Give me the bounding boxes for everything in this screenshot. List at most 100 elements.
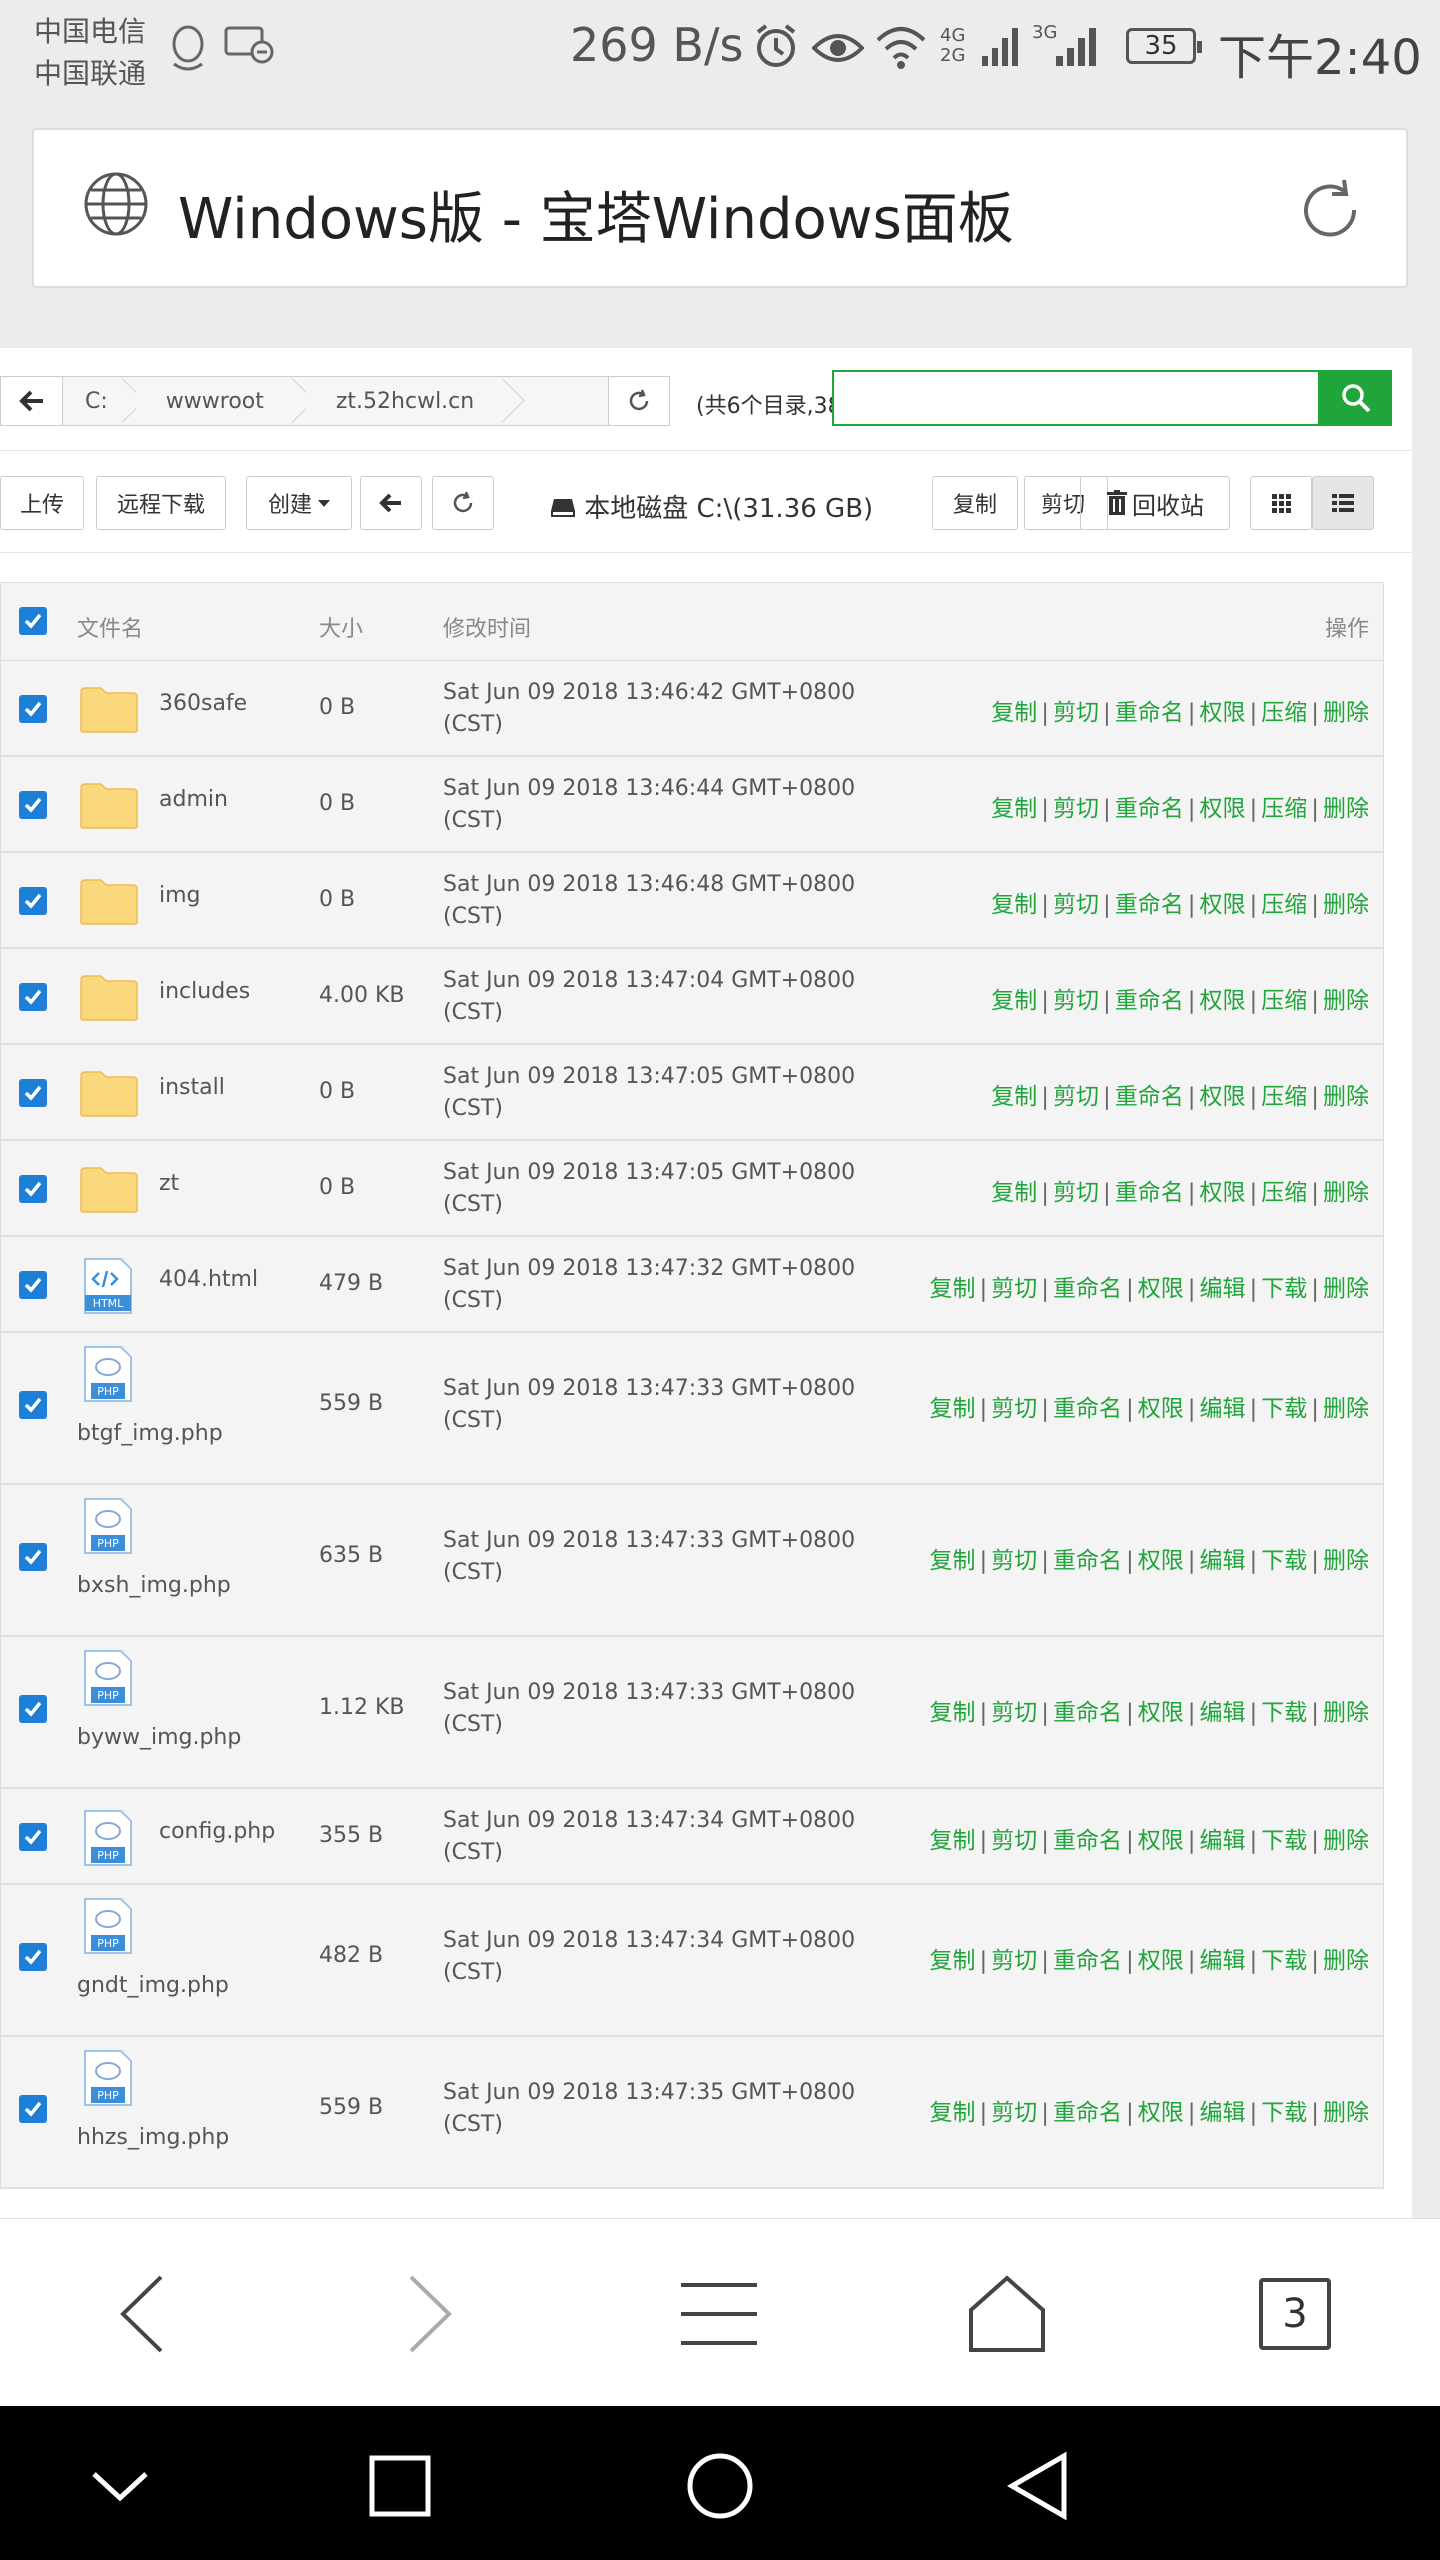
row-checkbox[interactable]	[19, 1271, 47, 1299]
action-link[interactable]: 重命名	[1115, 1180, 1184, 1206]
file-name[interactable]: hhzs_img.php	[77, 2125, 229, 2150]
action-link[interactable]: 复制	[991, 1180, 1037, 1206]
row-checkbox[interactable]	[19, 1391, 47, 1419]
action-link[interactable]: 重命名	[1053, 1700, 1122, 1726]
action-link[interactable]: 复制	[991, 892, 1037, 918]
file-name[interactable]: config.php	[159, 1819, 275, 1844]
recycle-bin-button[interactable]: 回收站	[1080, 476, 1230, 530]
action-link[interactable]: 剪切	[991, 2100, 1037, 2126]
chevron-down-icon[interactable]	[80, 2446, 160, 2526]
action-link[interactable]: 下载	[1261, 2100, 1307, 2126]
action-link[interactable]: 删除	[1323, 796, 1369, 822]
action-link[interactable]: 重命名	[1115, 796, 1184, 822]
action-link[interactable]: 权限	[1200, 700, 1246, 726]
search-input[interactable]	[832, 370, 1320, 426]
table-row[interactable]: install 0 B Sat Jun 09 2018 13:47:05 GMT+0…	[1, 1045, 1383, 1141]
home-circle-icon[interactable]	[680, 2446, 760, 2526]
action-link[interactable]: 删除	[1323, 1828, 1369, 1854]
table-row[interactable]: zt 0 B Sat Jun 09 2018 13:47:05 GMT+0800 (C…	[1, 1141, 1383, 1237]
action-link[interactable]: 编辑	[1200, 1948, 1246, 1974]
action-link[interactable]: 删除	[1323, 1548, 1369, 1574]
table-row[interactable]: PHP byww_img.php 1.12 KB Sat Jun 09 2018 13…	[1, 1637, 1383, 1789]
table-row[interactable]: HTML 404.html 479 B Sat Jun 09 2018 13:47:3…	[1, 1237, 1383, 1333]
action-link[interactable]: 权限	[1138, 1700, 1184, 1726]
action-link[interactable]: 删除	[1323, 1180, 1369, 1206]
reload-icon[interactable]	[1292, 172, 1368, 248]
refresh-button[interactable]	[432, 476, 494, 530]
table-row[interactable]: PHP btgf_img.php 559 B Sat Jun 09 2018 13:4…	[1, 1333, 1383, 1485]
action-link[interactable]: 复制	[930, 1948, 976, 1974]
action-link[interactable]: 剪切	[991, 1700, 1037, 1726]
action-link[interactable]: 下载	[1261, 1948, 1307, 1974]
file-name[interactable]: zt	[159, 1171, 179, 1196]
action-link[interactable]: 压缩	[1261, 892, 1307, 918]
action-link[interactable]: 下载	[1261, 1276, 1307, 1302]
search-button[interactable]	[1320, 370, 1392, 426]
action-link[interactable]: 剪切	[1053, 796, 1099, 822]
remote-download-button[interactable]: 远程下载	[96, 476, 226, 530]
action-link[interactable]: 重命名	[1115, 892, 1184, 918]
action-link[interactable]: 删除	[1323, 1396, 1369, 1422]
action-link[interactable]: 剪切	[1053, 988, 1099, 1014]
action-link[interactable]: 编辑	[1200, 1700, 1246, 1726]
header-mtime[interactable]: 修改时间	[443, 611, 531, 643]
action-link[interactable]: 删除	[1323, 1948, 1369, 1974]
action-link[interactable]: 权限	[1138, 1276, 1184, 1302]
menu-button[interactable]	[664, 2259, 774, 2369]
action-link[interactable]: 重命名	[1053, 1948, 1122, 1974]
file-name[interactable]: 404.html	[159, 1267, 258, 1292]
row-checkbox[interactable]	[19, 2095, 47, 2123]
browser-address-bar[interactable]: Windows版 - 宝塔Windows面板	[32, 128, 1408, 288]
action-link[interactable]: 删除	[1323, 1700, 1369, 1726]
action-link[interactable]: 权限	[1138, 2100, 1184, 2126]
table-row[interactable]: includes 4.00 KB Sat Jun 09 2018 13:47:04 …	[1, 949, 1383, 1045]
action-link[interactable]: 重命名	[1053, 1548, 1122, 1574]
action-link[interactable]: 复制	[991, 796, 1037, 822]
action-link[interactable]: 重命名	[1053, 1828, 1122, 1854]
action-link[interactable]: 权限	[1200, 892, 1246, 918]
action-link[interactable]: 重命名	[1115, 988, 1184, 1014]
file-name[interactable]: byww_img.php	[77, 1725, 241, 1750]
file-name[interactable]: img	[159, 883, 201, 908]
action-link[interactable]: 复制	[991, 1084, 1037, 1110]
action-link[interactable]: 重命名	[1053, 2100, 1122, 2126]
action-link[interactable]: 压缩	[1261, 796, 1307, 822]
action-link[interactable]: 复制	[991, 988, 1037, 1014]
recents-square-icon[interactable]	[360, 2446, 440, 2526]
upload-button[interactable]: 上传	[0, 476, 84, 530]
action-link[interactable]: 权限	[1138, 1396, 1184, 1422]
home-button[interactable]	[952, 2259, 1062, 2369]
action-link[interactable]: 重命名	[1053, 1396, 1122, 1422]
tabs-button[interactable]: 3	[1240, 2259, 1350, 2369]
row-checkbox[interactable]	[19, 1543, 47, 1571]
back-triangle-icon[interactable]	[1000, 2446, 1080, 2526]
list-view-button[interactable]	[1312, 476, 1374, 530]
action-link[interactable]: 复制	[930, 1700, 976, 1726]
action-link[interactable]: 删除	[1323, 892, 1369, 918]
row-checkbox[interactable]	[19, 1079, 47, 1107]
action-link[interactable]: 编辑	[1200, 1548, 1246, 1574]
action-link[interactable]: 剪切	[1053, 892, 1099, 918]
action-link[interactable]: 剪切	[991, 1828, 1037, 1854]
action-link[interactable]: 下载	[1261, 1828, 1307, 1854]
action-link[interactable]: 下载	[1261, 1548, 1307, 1574]
copy-button[interactable]: 复制	[932, 476, 1018, 530]
action-link[interactable]: 权限	[1200, 796, 1246, 822]
file-name[interactable]: 360safe	[159, 691, 247, 716]
action-link[interactable]: 删除	[1323, 700, 1369, 726]
action-link[interactable]: 复制	[930, 1548, 976, 1574]
action-link[interactable]: 编辑	[1200, 1276, 1246, 1302]
action-link[interactable]: 重命名	[1115, 1084, 1184, 1110]
file-name[interactable]: admin	[159, 787, 228, 812]
action-link[interactable]: 权限	[1200, 1180, 1246, 1206]
forward-button[interactable]	[376, 2259, 486, 2369]
action-link[interactable]: 复制	[930, 1276, 976, 1302]
go-back-button[interactable]	[360, 476, 422, 530]
row-checkbox[interactable]	[19, 887, 47, 915]
table-row[interactable]: 360safe 0 B Sat Jun 09 2018 13:46:42 GMT+0…	[1, 661, 1383, 757]
row-checkbox[interactable]	[19, 791, 47, 819]
action-link[interactable]: 下载	[1261, 1700, 1307, 1726]
table-row[interactable]: PHP hhzs_img.php 559 B Sat Jun 09 2018 13:4…	[1, 2037, 1383, 2189]
grid-view-button[interactable]	[1250, 476, 1312, 530]
path-refresh-button[interactable]	[608, 376, 670, 426]
